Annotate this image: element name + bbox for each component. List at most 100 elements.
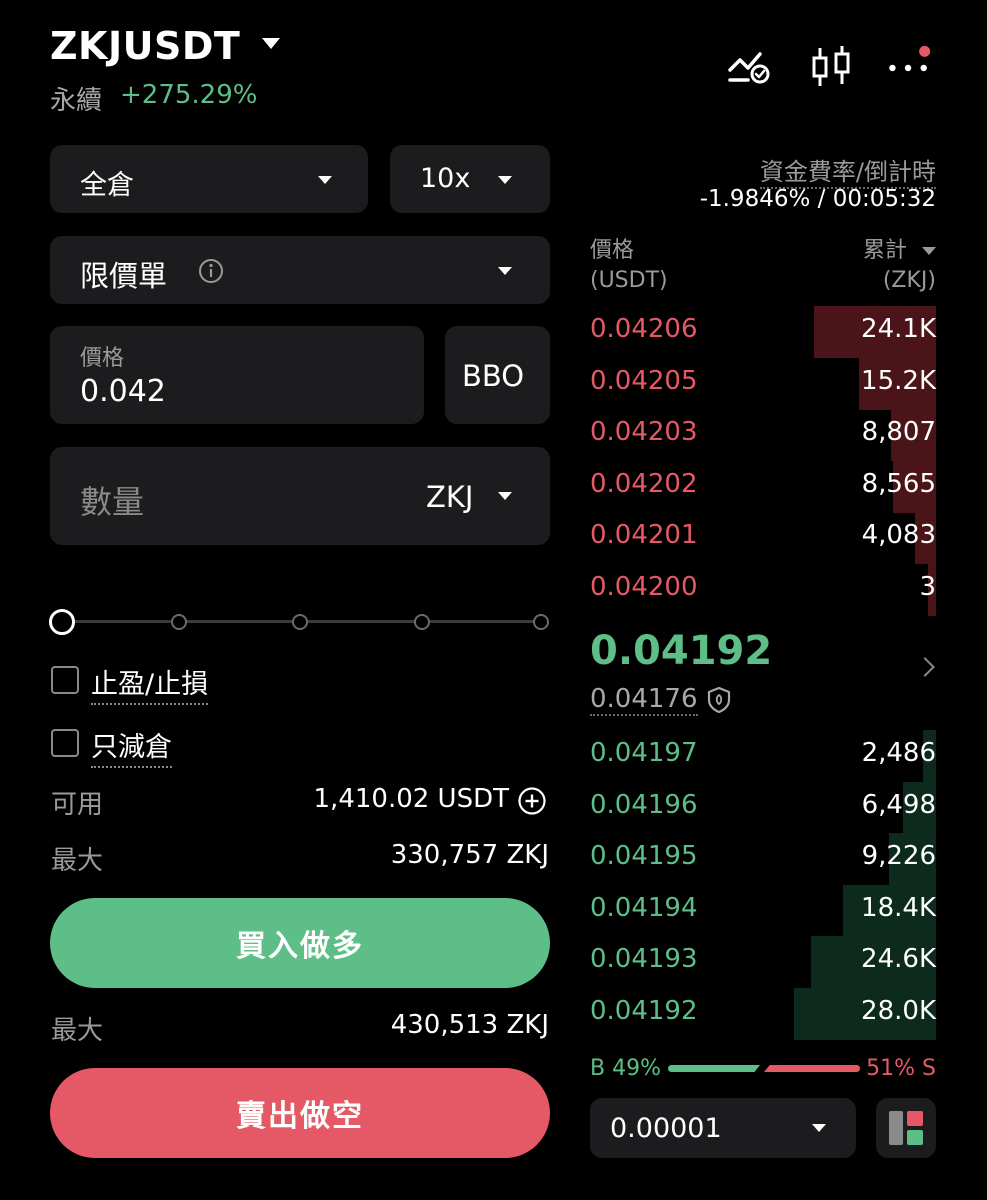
orderbook-price-header: 價格 (USDT) (590, 236, 668, 296)
chevron-down-icon (498, 176, 512, 184)
price-change: +275.29% (120, 80, 258, 110)
transfer-add-icon[interactable] (517, 786, 547, 816)
price-input-label: 價格 (80, 346, 125, 371)
tp-sl-label[interactable]: 止盈/止損 (91, 662, 209, 705)
sell-short-button[interactable]: 賣出做空 (50, 1068, 550, 1158)
ask-quantity: 3 (919, 571, 936, 602)
bbo-label: BBO (462, 359, 525, 393)
ask-quantity: 24.1K (861, 314, 936, 344)
more-icon[interactable] (886, 44, 932, 90)
bid-price: 0.04193 (590, 944, 698, 974)
sell-ratio-bar (764, 1065, 860, 1072)
price-input-value[interactable]: 0.042 (80, 374, 166, 409)
max-sell-value: 430,513 ZKJ (390, 1010, 549, 1040)
funding-rate-label[interactable]: 資金費率/倒計時 (759, 152, 936, 189)
ask-row[interactable]: 0.04201 4,083 (590, 512, 936, 564)
ask-quantity: 8,565 (861, 468, 936, 499)
bid-row[interactable]: 0.04193 24.6K (590, 936, 936, 988)
bid-quantity: 2,486 (861, 738, 936, 768)
ask-price: 0.04205 (590, 365, 698, 396)
quantity-slider-handle[interactable] (49, 609, 75, 635)
symbol-title[interactable]: ZKJUSDT (50, 24, 240, 68)
shield-icon (707, 686, 731, 714)
max-buy-value: 330,757 ZKJ (390, 840, 549, 870)
bid-price: 0.04192 (590, 995, 698, 1026)
price-alert-icon[interactable] (726, 44, 772, 90)
price-input[interactable]: 價格 0.042 (50, 326, 424, 424)
price-header-unit: (USDT) (590, 268, 668, 293)
bbo-button[interactable]: BBO (445, 326, 550, 424)
tick-size-value: 0.00001 (610, 1113, 722, 1144)
orderbook-layout-icon (889, 1111, 923, 1145)
tp-sl-checkbox[interactable] (51, 666, 79, 694)
available-value: 1,410.02 USDT (313, 784, 509, 814)
bid-row[interactable]: 0.04192 28.0K (590, 987, 936, 1040)
quantity-input[interactable]: 數量 ZKJ (50, 447, 550, 545)
chevron-down-icon (812, 1124, 826, 1132)
buy-ratio-bar (668, 1065, 760, 1072)
chevron-down-icon (498, 267, 512, 275)
max-sell-label: 最大 (51, 1016, 104, 1046)
ask-price: 0.04203 (590, 417, 698, 447)
slider-step-75[interactable] (414, 614, 430, 630)
ask-row[interactable]: 0.04200 3 (590, 563, 936, 616)
funding-rate-value: -1.9846% / 00:05:32 (699, 186, 936, 212)
max-buy-label: 最大 (51, 846, 104, 876)
bid-price: 0.04196 (590, 789, 698, 820)
ask-row[interactable]: 0.04202 8,565 (590, 460, 936, 513)
quantity-unit[interactable]: ZKJ (426, 480, 473, 514)
ask-quantity: 4,083 (861, 520, 936, 550)
bid-price: 0.04194 (590, 892, 698, 923)
chevron-down-icon (318, 176, 332, 184)
chevron-down-icon (498, 492, 512, 500)
chevron-down-icon (922, 247, 936, 255)
chevron-right-icon[interactable] (915, 657, 935, 677)
bid-row[interactable]: 0.04196 6,498 (590, 781, 936, 834)
mark-price[interactable]: 0.04176 (590, 684, 698, 716)
margin-mode-value: 全倉 (80, 170, 134, 201)
bid-row[interactable]: 0.04195 9,226 (590, 833, 936, 885)
slider-step-100[interactable] (533, 614, 549, 630)
reduce-only-label[interactable]: 只減倉 (91, 725, 172, 768)
buy-ratio: B 49% (590, 1056, 661, 1081)
qty-header-label: 累計 (863, 236, 936, 266)
leverage-select[interactable]: 10x (390, 145, 550, 213)
qty-header-unit: (ZKJ) (882, 268, 936, 293)
leverage-value: 10x (420, 163, 471, 194)
info-icon[interactable] (198, 258, 224, 284)
orderbook-qty-header[interactable]: 累計 (ZKJ) (863, 236, 936, 296)
bid-quantity: 28.0K (861, 995, 936, 1026)
last-price: 0.04192 (590, 628, 773, 674)
symbol-dropdown-icon[interactable] (262, 38, 280, 49)
bid-quantity: 24.6K (861, 944, 936, 974)
ask-quantity: 8,807 (861, 417, 936, 447)
price-header-label: 價格 (590, 238, 635, 263)
bid-row[interactable]: 0.04197 2,486 (590, 730, 936, 782)
ask-row[interactable]: 0.04205 15.2K (590, 357, 936, 410)
bid-row[interactable]: 0.04194 18.4K (590, 884, 936, 937)
sell-ratio: 51% S (866, 1056, 936, 1081)
order-type-value: 限價單 (80, 259, 168, 293)
ask-row[interactable]: 0.04206 24.1K (590, 306, 936, 358)
bid-price: 0.04197 (590, 738, 698, 768)
bid-quantity: 18.4K (861, 892, 936, 923)
ask-row[interactable]: 0.04203 8,807 (590, 409, 936, 461)
contract-type: 永續 (50, 86, 103, 116)
bid-quantity: 6,498 (861, 789, 936, 820)
tick-size-select[interactable]: 0.00001 (590, 1098, 856, 1158)
slider-step-25[interactable] (171, 614, 187, 630)
bid-price: 0.04195 (590, 841, 698, 871)
ask-quantity: 15.2K (861, 365, 936, 396)
margin-mode-select[interactable]: 全倉 (50, 145, 368, 213)
slider-step-50[interactable] (292, 614, 308, 630)
candlestick-chart-icon[interactable] (808, 44, 854, 90)
reduce-only-checkbox[interactable] (51, 729, 79, 757)
ask-price: 0.04201 (590, 520, 698, 550)
orderbook-layout-button[interactable] (876, 1098, 936, 1158)
order-type-select[interactable]: 限價單 (50, 236, 550, 304)
buy-long-button[interactable]: 買入做多 (50, 898, 550, 988)
bid-quantity: 9,226 (861, 841, 936, 871)
quantity-placeholder[interactable]: 數量 (80, 477, 144, 523)
ask-price: 0.04202 (590, 468, 698, 499)
ask-price: 0.04206 (590, 314, 698, 344)
